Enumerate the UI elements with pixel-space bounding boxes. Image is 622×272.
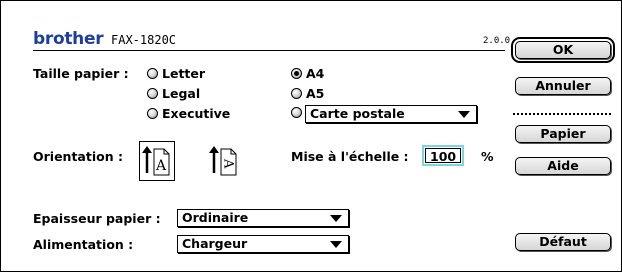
paper-size-label: Taille papier : <box>33 66 129 81</box>
scale-unit: % <box>481 149 494 164</box>
radio-a4[interactable]: A4 <box>291 66 324 81</box>
model-name: FAX-1820C <box>111 33 177 47</box>
svg-text:A: A <box>155 158 167 174</box>
radio-letter-label: Letter <box>162 66 206 81</box>
header-divider <box>33 50 505 51</box>
radio-a5-indicator <box>291 88 302 99</box>
feed-value: Chargeur <box>182 236 248 251</box>
scale-input[interactable]: 100 <box>422 145 464 166</box>
paper-button[interactable]: Papier <box>515 125 611 143</box>
thickness-value: Ordinaire <box>182 210 249 225</box>
radio-a4-label: A4 <box>306 66 325 81</box>
cancel-button[interactable]: Annuler <box>515 77 611 95</box>
orientation-portrait-option[interactable]: A <box>139 141 175 181</box>
page-setup-dialog: brother FAX-1820C 2.0.0 Taille papier : … <box>0 0 622 272</box>
feed-label: Alimentation : <box>33 237 134 252</box>
brand-logo: brother <box>33 29 104 49</box>
button-separator <box>513 113 611 115</box>
scale-label: Mise à l'échelle : <box>291 149 409 164</box>
radio-a4-indicator <box>291 68 302 79</box>
default-button[interactable]: Défaut <box>515 233 611 251</box>
orientation-landscape-icon: A <box>209 146 237 176</box>
radio-executive-label: Executive <box>162 106 231 121</box>
radio-a5[interactable]: A5 <box>291 86 324 101</box>
custom-size-popup[interactable]: Carte postale <box>305 105 477 123</box>
radio-letter-indicator <box>147 68 158 79</box>
radio-custom-size[interactable] <box>291 107 302 118</box>
custom-size-value: Carte postale <box>310 106 405 121</box>
help-button[interactable]: Aide <box>515 157 611 175</box>
orientation-portrait-icon: A <box>142 146 170 176</box>
radio-legal-label: Legal <box>162 86 201 101</box>
orientation-landscape-option[interactable]: A <box>207 142 243 182</box>
feed-popup[interactable]: Chargeur <box>177 235 349 253</box>
thickness-label: Epaisseur papier : <box>33 211 161 226</box>
radio-legal-indicator <box>147 88 158 99</box>
radio-letter[interactable]: Letter <box>147 66 205 81</box>
radio-a5-label: A5 <box>306 86 325 101</box>
version-label: 2.0.0 <box>483 36 511 46</box>
ok-button[interactable]: OK <box>511 37 615 63</box>
orientation-label: Orientation : <box>33 149 123 164</box>
radio-executive-indicator <box>147 108 158 119</box>
popup-arrow-icon <box>458 111 470 118</box>
svg-text:A: A <box>221 158 236 169</box>
thickness-popup[interactable]: Ordinaire <box>177 209 349 227</box>
popup-arrow-icon <box>330 215 342 222</box>
radio-legal[interactable]: Legal <box>147 86 200 101</box>
scale-value: 100 <box>425 148 461 164</box>
radio-custom-size-indicator <box>291 107 302 118</box>
radio-executive[interactable]: Executive <box>147 106 230 121</box>
popup-arrow-icon <box>330 241 342 248</box>
